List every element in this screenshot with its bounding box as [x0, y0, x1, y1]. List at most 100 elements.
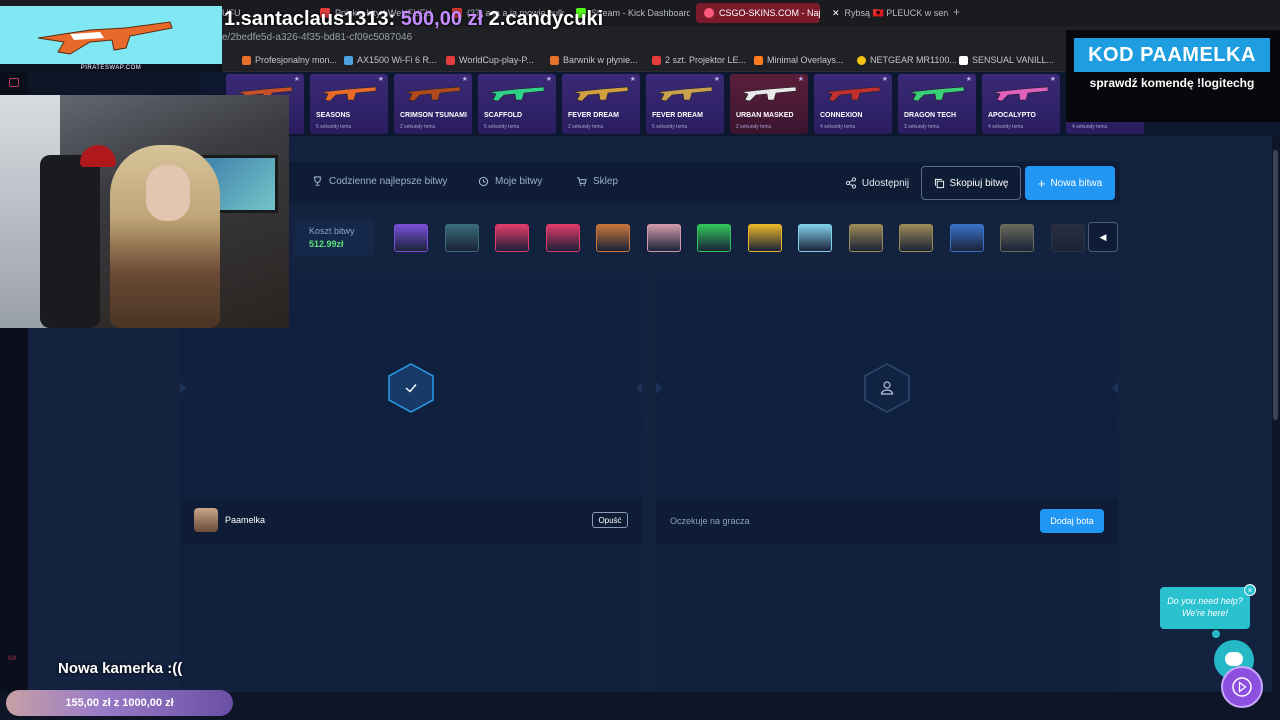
donation-leaderboard: 1.santaclaus1313: 500,00 zł 2.candycuki [224, 8, 603, 31]
bookmark-1[interactable]: AX1500 Wi-Fi 6 R... [344, 55, 437, 65]
gx-icon: GX [8, 656, 17, 662]
case-item[interactable] [444, 224, 479, 252]
player-slot-2: Oczekuje na gracza Dodaj bota [656, 278, 1118, 692]
drop-skin-name: URBAN MASKED [736, 112, 794, 119]
avatar[interactable] [194, 508, 218, 532]
live-drop-card[interactable]: ★ APOCALYPTO 4 sekundy temu [982, 74, 1060, 134]
play-icon[interactable] [1221, 666, 1263, 708]
daily-battles-link[interactable]: Codzienne najlepsze bitwy [312, 176, 447, 187]
collapse-cases-button[interactable]: ◀ [1088, 222, 1118, 252]
case-item[interactable] [848, 224, 883, 252]
leader-1-amount: 500,00 zł [400, 8, 484, 30]
add-bot-button[interactable]: Dodaj bota [1040, 509, 1104, 533]
case-item[interactable] [1000, 224, 1034, 252]
new-tab-icon[interactable]: + [953, 5, 960, 19]
bookmark-label: Minimal Overlays... [767, 55, 844, 65]
history-icon [478, 176, 489, 187]
bookmark-7[interactable]: SENSUAL VANILL... [959, 55, 1054, 65]
bookmark-icon [959, 55, 968, 65]
csgo-skins-icon [704, 8, 714, 18]
bookmark-4[interactable]: 2 szt. Projektor LE... [652, 55, 746, 65]
bookmark-3[interactable]: Barwnik w płynie... [550, 55, 638, 65]
player-slot-1: Paamelka Opuść [180, 278, 642, 692]
case-item[interactable] [495, 224, 529, 252]
drop-skin-name: CONNEXION [820, 112, 863, 119]
bookmark-0[interactable]: Profesjonalny mon... [242, 55, 337, 65]
drop-skin-name: SEASONS [316, 112, 351, 119]
trophy-icon [313, 176, 322, 186]
case-item[interactable] [697, 224, 731, 252]
case-item[interactable] [747, 224, 782, 252]
chat-dot [1212, 630, 1220, 638]
new-battle-button[interactable]: + Nowa bitwa [1025, 166, 1115, 200]
tab-4-active[interactable]: CSGO-SKINS.COM - Naj [696, 3, 820, 23]
leader-2-name: 2.candycuki [488, 8, 604, 30]
slot-2-reel-area [656, 278, 1118, 498]
player-2-bar: Oczekuje na gracza Dodaj bota [656, 498, 1118, 544]
drop-time: 2 sekundy temu [400, 124, 436, 130]
bookmark-label: 2 szt. Projektor LE... [665, 55, 747, 65]
live-drop-card[interactable]: ★ FEVER DREAM 5 sekundy temu [646, 74, 724, 134]
bookmark-label: AX1500 Wi-Fi 6 R... [357, 55, 437, 65]
leave-button[interactable]: Opuść [592, 512, 628, 528]
drop-time: 5 sekundy temu [652, 124, 688, 130]
drop-skin-name: FEVER DREAM [568, 112, 619, 119]
waiting-status: Oczekuje na gracza [670, 516, 750, 526]
skin-icon [321, 86, 377, 102]
live-drop-card[interactable]: ★ SCAFFOLD 5 sekundy temu [478, 74, 556, 134]
skin-icon [741, 86, 797, 102]
live-drop-card[interactable]: ★ URBAN MASKED 2 sekundy temu [730, 74, 808, 134]
promo-code-subtitle: sprawdź komendę !logitechg [1089, 76, 1255, 90]
drop-time: 3 sekundy temu [904, 124, 940, 130]
leader-1-name: 1.santaclaus1313: [224, 8, 396, 30]
new-battle-label: Nowa bitwa [1050, 177, 1103, 189]
ready-check-icon [388, 363, 434, 413]
star-icon: ★ [377, 76, 384, 83]
case-item[interactable] [949, 224, 984, 252]
skin-icon [657, 86, 713, 102]
daily-battles-label: Codzienne najlepsze bitwy [329, 176, 448, 187]
star-icon: ★ [797, 76, 804, 83]
tab-5[interactable]: ✕ Rybsą 🇦🇱 PLEUCK w serw [824, 3, 948, 23]
star-icon: ★ [293, 76, 300, 83]
webcam-feed [0, 95, 289, 328]
live-drop-card[interactable]: ★ CONNEXION 4 sekundy temu [814, 74, 892, 134]
screen: UFU Polskie bity | WeUFUFU (37) a ja a j… [0, 0, 1280, 720]
share-button[interactable]: Udostępnij [838, 168, 916, 198]
amazon-icon [242, 55, 251, 65]
drop-time: 4 sekundy temu [820, 124, 856, 130]
bookmark-label: SENSUAL VANILL... [972, 55, 1055, 65]
bookmark-label: NETGEAR MR1100... [870, 55, 957, 65]
live-drop-card[interactable]: ★ CRIMSON TSUNAMI 2 sekundy temu [394, 74, 472, 134]
star-icon: ★ [1049, 76, 1056, 83]
live-drop-card[interactable]: ★ FEVER DREAM 2 sekundy temu [562, 74, 640, 134]
close-icon[interactable]: × [1244, 584, 1256, 596]
case-item[interactable] [545, 224, 580, 252]
shop-link[interactable]: Sklep [576, 176, 618, 187]
case-item[interactable] [899, 224, 933, 252]
case-item[interactable] [394, 224, 428, 252]
copy-battle-button[interactable]: Skopiuj bitwę [921, 166, 1021, 200]
case-item[interactable] [1050, 224, 1085, 252]
page-scrollbar[interactable] [1273, 150, 1278, 420]
leave-label: Opuść [598, 515, 622, 525]
bookmark-5[interactable]: Minimal Overlays... [754, 55, 844, 65]
my-battles-link[interactable]: Moje bitwy [478, 176, 542, 187]
help-chat-bubble[interactable]: Do you need help? We're here! [1160, 587, 1250, 629]
live-drop-card[interactable]: ★ DRAGON TECH 3 sekundy temu [898, 74, 976, 134]
amazon-icon [550, 55, 559, 65]
case-item[interactable] [798, 224, 832, 252]
battle-cost-box: Koszt bitwy 512.99zł [294, 220, 374, 256]
star-icon: ★ [461, 76, 468, 83]
pirateswap-banner: PIRATESWAP.COM [0, 6, 222, 72]
bookmark-6[interactable]: NETGEAR MR1100... [857, 55, 957, 65]
live-drop-card[interactable]: ★ SEASONS 5 sekundy temu [310, 74, 388, 134]
case-item[interactable] [596, 224, 630, 252]
bookmark-2[interactable]: WorldCup-play-P... [446, 55, 534, 65]
help-chat-text: Do you need help? We're here! [1167, 596, 1243, 618]
casino-icon[interactable] [9, 78, 19, 87]
star-icon: ★ [965, 76, 972, 83]
bookmark-icon [446, 55, 455, 65]
user-placeholder-icon [864, 363, 910, 413]
case-item[interactable] [646, 224, 681, 252]
